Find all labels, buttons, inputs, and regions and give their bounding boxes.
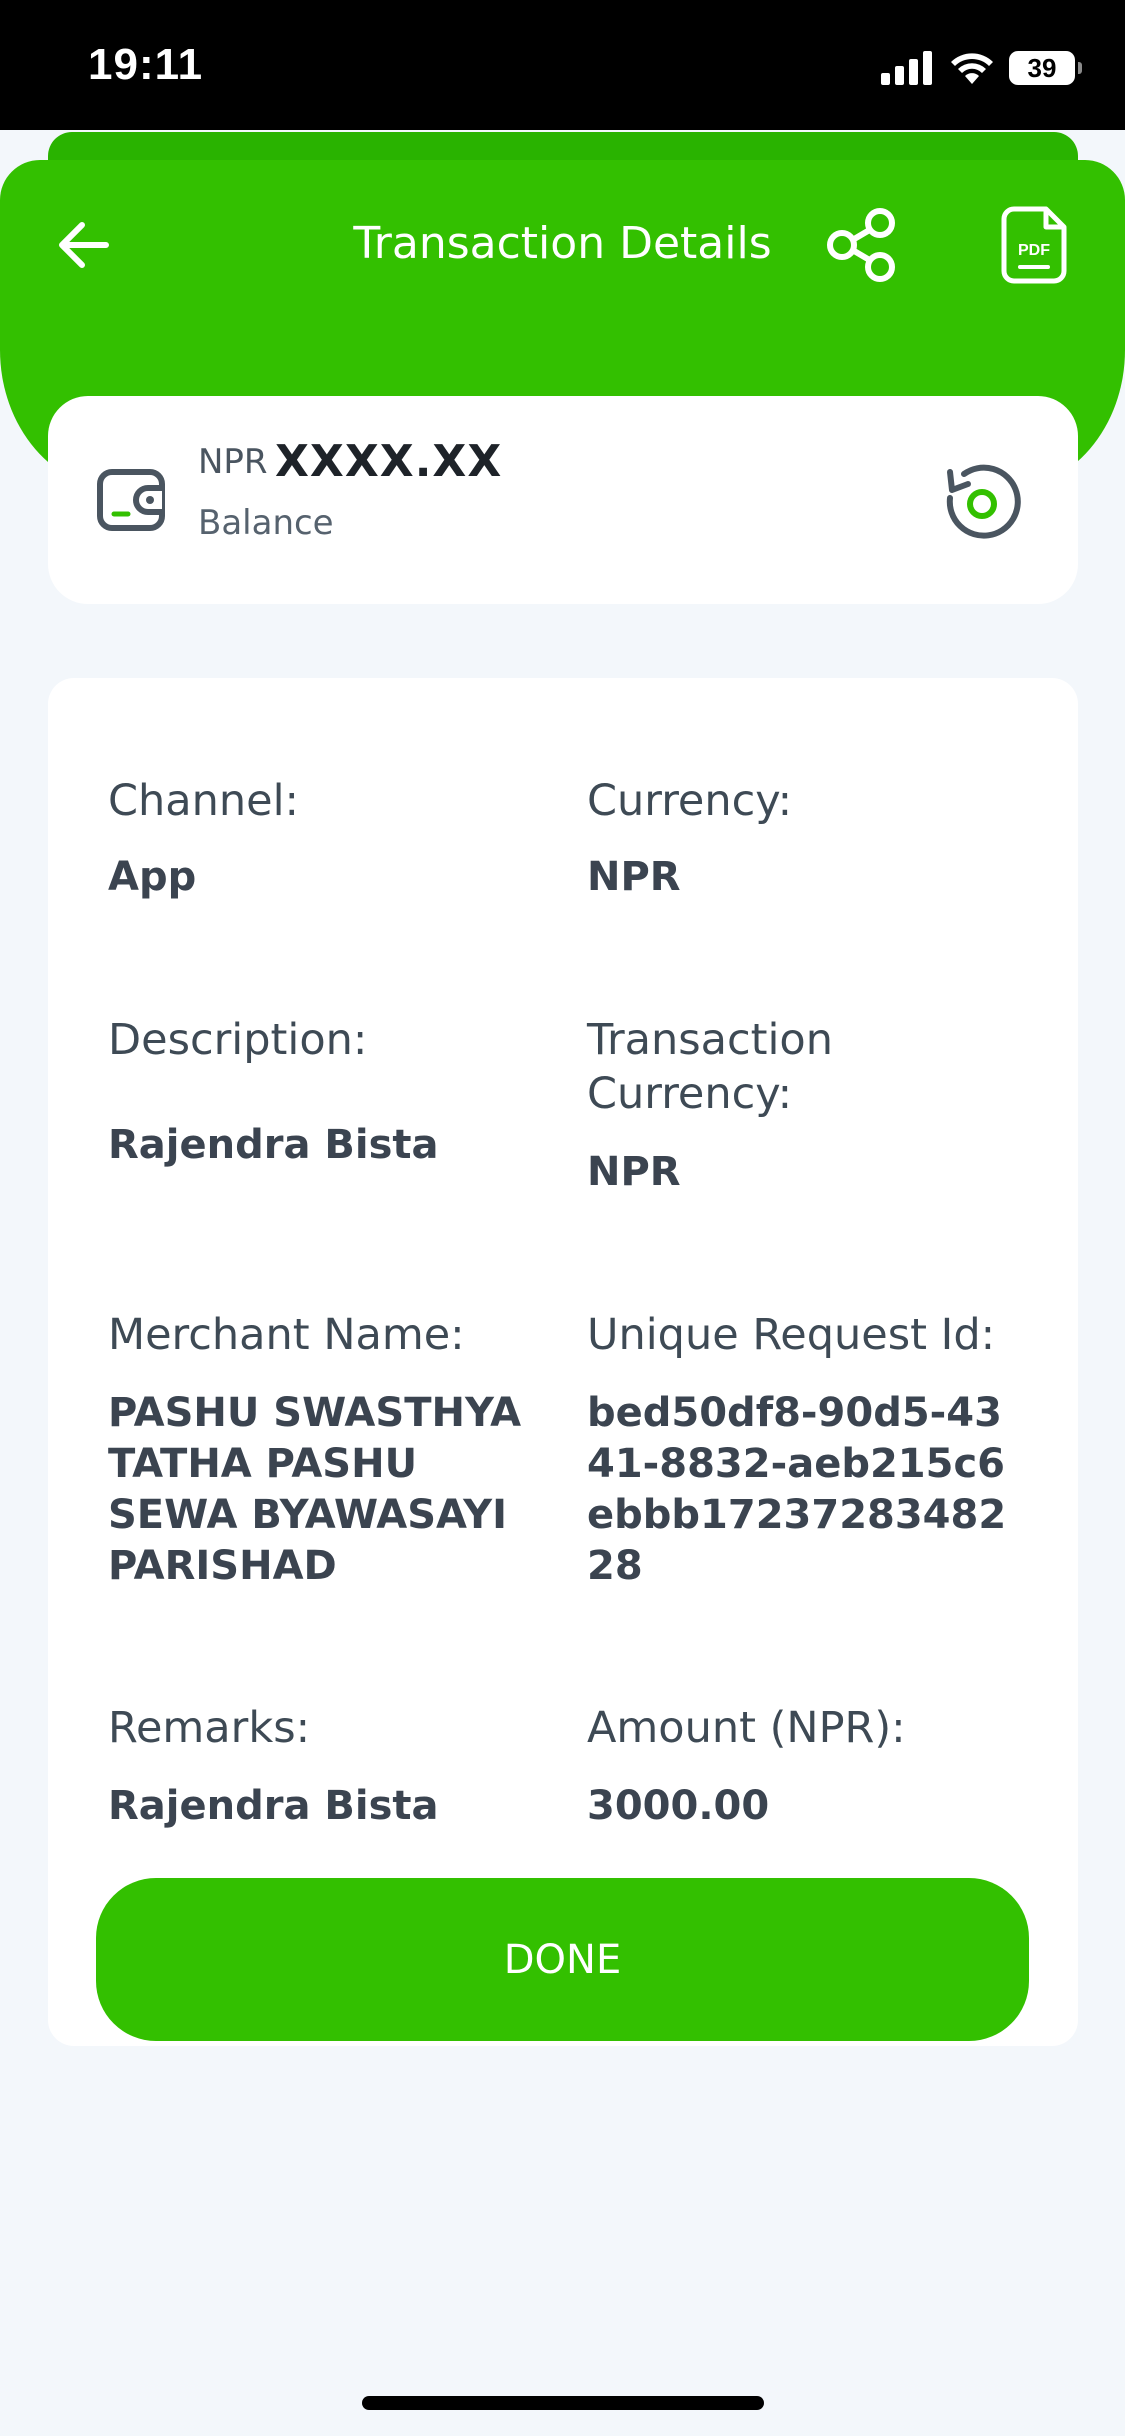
refresh-icon[interactable] bbox=[940, 460, 1024, 544]
arrow-left-icon[interactable] bbox=[54, 215, 114, 275]
battery-icon: 39 bbox=[1009, 51, 1082, 85]
transaction-currency-label: Transaction Currency: bbox=[587, 1015, 833, 1119]
channel-value: App bbox=[108, 854, 197, 900]
share-icon[interactable] bbox=[822, 205, 902, 285]
currency-label: Currency: bbox=[587, 776, 793, 826]
home-indicator bbox=[362, 2396, 764, 2410]
balance-label: Balance bbox=[198, 503, 334, 543]
unique-request-id-value: bed50df8-90d5-4341-8832-aeb215c6ebbb1723… bbox=[587, 1390, 1007, 1589]
description-value: Rajendra Bista bbox=[108, 1122, 439, 1168]
balance-currency: NPR bbox=[198, 442, 268, 482]
amount-value: 3000.00 bbox=[587, 1783, 770, 1829]
merchant-name-label: Merchant Name: bbox=[108, 1310, 465, 1360]
description-label: Description: bbox=[108, 1015, 368, 1065]
transaction-currency-value: NPR bbox=[587, 1149, 681, 1195]
wallet-icon bbox=[97, 469, 165, 531]
battery-level: 39 bbox=[1027, 52, 1057, 83]
page-title: Transaction Details bbox=[353, 218, 772, 269]
remarks-label: Remarks: bbox=[108, 1703, 311, 1753]
currency-value: NPR bbox=[587, 854, 681, 900]
remarks-value: Rajendra Bista bbox=[108, 1783, 439, 1829]
balance-card bbox=[48, 396, 1078, 604]
balance-amount: XXXX.XX bbox=[275, 436, 503, 487]
wifi-icon bbox=[951, 53, 993, 84]
channel-label: Channel: bbox=[108, 776, 300, 826]
amount-label: Amount (NPR): bbox=[587, 1703, 906, 1753]
status-bar: 19:11 39 bbox=[0, 0, 1125, 130]
done-button[interactable]: DONE bbox=[96, 1878, 1029, 2041]
pdf-icon-text: PDF bbox=[1018, 242, 1050, 259]
merchant-name-value: PASHU SWASTHYA TATHA PASHU SEWA BYAWASAY… bbox=[108, 1390, 522, 1589]
pdf-icon[interactable]: PDF bbox=[1000, 205, 1068, 285]
unique-request-id-label: Unique Request Id: bbox=[587, 1310, 996, 1360]
status-time: 19:11 bbox=[88, 40, 204, 89]
status-icons: 39 bbox=[881, 48, 1082, 88]
cellular-signal-icon bbox=[881, 51, 932, 85]
